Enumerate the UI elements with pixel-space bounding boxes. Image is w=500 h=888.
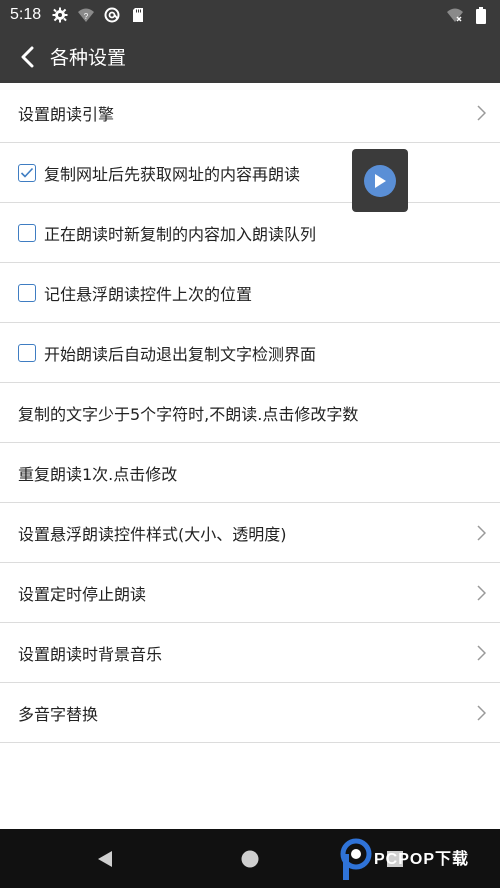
checkbox-checked[interactable] xyxy=(18,163,36,182)
setting-fetch-url-content[interactable]: 复制网址后先获取网址的内容再朗读 xyxy=(0,143,500,203)
nav-home-button[interactable] xyxy=(238,847,262,871)
setting-label: 复制网址后先获取网址的内容再朗读 xyxy=(44,164,301,184)
setting-label: 设置朗读时背景音乐 xyxy=(18,644,163,664)
chevron-right-icon xyxy=(476,584,486,601)
setting-label: 记住悬浮朗读控件上次的位置 xyxy=(44,284,253,304)
setting-min-chars[interactable]: 复制的文字少于5个字符时,不朗读.点击修改字数 xyxy=(0,383,500,443)
screen: 5:18 ? 各种设置 设置朗读引擎 复制网址后先获取网址的内容再朗读 正在朗读… xyxy=(0,0,500,888)
svg-text:?: ? xyxy=(84,12,89,21)
setting-auto-exit-detect[interactable]: 开始朗读后自动退出复制文字检测界面 xyxy=(0,323,500,383)
status-bar: 5:18 ? xyxy=(0,0,500,30)
setting-tts-engine[interactable]: 设置朗读引擎 xyxy=(0,83,500,143)
battery-icon xyxy=(472,6,490,24)
checkbox-unchecked[interactable] xyxy=(18,223,36,242)
at-sign-icon xyxy=(103,6,121,24)
wifi-x-icon xyxy=(446,6,464,24)
wifi-question-icon: ? xyxy=(77,6,95,24)
settings-list: 设置朗读引擎 复制网址后先获取网址的内容再朗读 正在朗读时新复制的内容加入朗读队… xyxy=(0,83,500,743)
chevron-right-icon xyxy=(476,644,486,661)
app-bar: 各种设置 xyxy=(0,30,500,83)
play-icon xyxy=(375,173,386,188)
chevron-right-icon xyxy=(476,704,486,721)
status-right xyxy=(446,6,490,24)
setting-add-to-queue[interactable]: 正在朗读时新复制的内容加入朗读队列 xyxy=(0,203,500,263)
setting-label: 多音字替换 xyxy=(18,704,99,724)
watermark-logo-icon xyxy=(340,838,372,880)
status-time: 5:18 xyxy=(10,6,42,23)
setting-label: 开始朗读后自动退出复制文字检测界面 xyxy=(44,344,317,364)
chevron-left-icon xyxy=(21,46,34,67)
setting-label: 重复朗读1次.点击修改 xyxy=(18,464,178,484)
setting-label: 设置朗读引擎 xyxy=(18,104,115,124)
watermark: PCPOP下载 xyxy=(338,832,500,884)
nav-back-button[interactable] xyxy=(93,847,117,871)
chevron-right-icon xyxy=(476,524,486,541)
setting-label: 正在朗读时新复制的内容加入朗读队列 xyxy=(44,224,317,244)
setting-repeat-count[interactable]: 重复朗读1次.点击修改 xyxy=(0,443,500,503)
checkbox-unchecked[interactable] xyxy=(18,343,36,362)
play-button[interactable] xyxy=(364,164,396,197)
checkbox-unchecked[interactable] xyxy=(18,283,36,302)
setting-timer-stop[interactable]: 设置定时停止朗读 xyxy=(0,563,500,623)
page-title: 各种设置 xyxy=(50,47,127,69)
setting-widget-style[interactable]: 设置悬浮朗读控件样式(大小、透明度) xyxy=(0,503,500,563)
floating-play-widget[interactable] xyxy=(352,149,408,212)
setting-polyphone-replace[interactable]: 多音字替换 xyxy=(0,683,500,743)
back-triangle-icon xyxy=(98,851,112,867)
sd-card-icon xyxy=(129,6,147,24)
chevron-right-icon xyxy=(476,104,486,121)
setting-remember-widget-position[interactable]: 记住悬浮朗读控件上次的位置 xyxy=(0,263,500,323)
home-circle-icon xyxy=(241,850,259,868)
setting-label: 设置悬浮朗读控件样式(大小、透明度) xyxy=(18,524,287,544)
watermark-text: PCPOP下载 xyxy=(374,851,470,868)
gear-icon xyxy=(51,6,69,24)
setting-background-music[interactable]: 设置朗读时背景音乐 xyxy=(0,623,500,683)
back-button[interactable] xyxy=(14,42,40,72)
setting-label: 复制的文字少于5个字符时,不朗读.点击修改字数 xyxy=(18,404,359,424)
setting-label: 设置定时停止朗读 xyxy=(18,584,147,604)
checkmark-icon xyxy=(20,167,34,178)
